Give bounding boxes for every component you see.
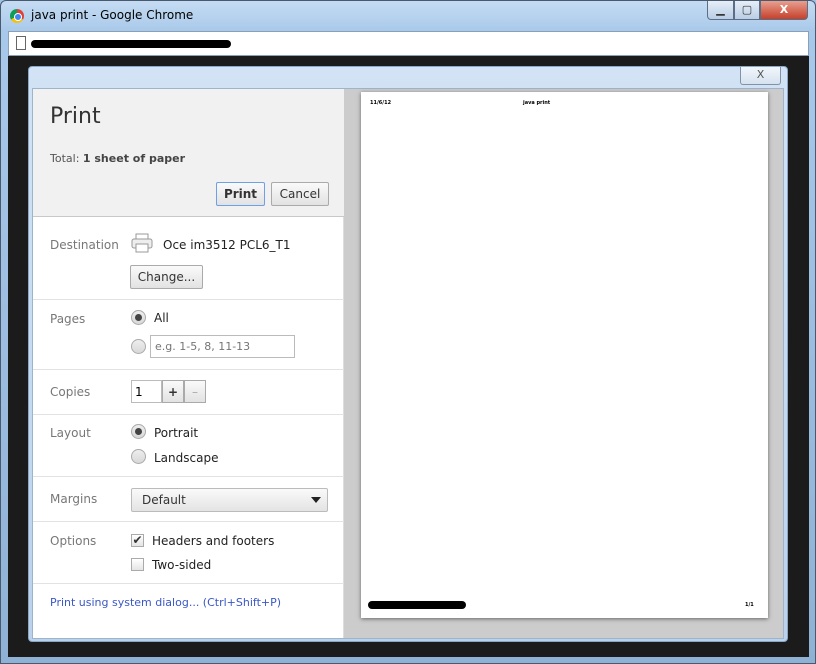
margins-label: Margins [50, 492, 98, 506]
layout-label: Layout [50, 426, 91, 440]
pages-all-label: All [154, 311, 169, 325]
print-dialog: X Print Total: 1 sheet of paper Print Ca… [28, 66, 788, 642]
dialog-close-button[interactable]: X [740, 67, 781, 85]
preview-footer-page: 1/1 [745, 602, 754, 608]
cancel-button[interactable]: Cancel [271, 182, 329, 206]
redacted-footer-url [368, 601, 466, 609]
page-icon [16, 36, 26, 50]
copies-decrement-button[interactable]: – [184, 380, 206, 403]
destination-label: Destination [50, 238, 119, 252]
headers-footers-checkbox[interactable]: ✔ [131, 534, 144, 547]
portrait-label: Portrait [154, 426, 199, 440]
copies-stepper: + – [131, 380, 206, 403]
total-label: Total: [50, 152, 80, 165]
landscape-radio[interactable] [131, 449, 146, 464]
landscape-label: Landscape [154, 451, 219, 465]
print-dialog-body: Print Total: 1 sheet of paper Print Canc… [32, 88, 784, 639]
copies-input[interactable] [131, 380, 162, 403]
pages-section: Pages All [33, 300, 344, 370]
minimize-button[interactable]: ▁ [707, 1, 734, 20]
margins-section: Margins Default [33, 477, 344, 522]
copies-label: Copies [50, 385, 91, 399]
layout-section: Layout Portrait Landscape [33, 415, 344, 477]
margins-value: Default [142, 493, 186, 507]
margins-select[interactable]: Default [131, 488, 328, 512]
chrome-logo-icon [10, 9, 24, 23]
settings-panel: Print Total: 1 sheet of paper Print Canc… [33, 89, 344, 638]
change-destination-button[interactable]: Change... [130, 265, 203, 289]
preview-header-date: 11/6/12 [370, 100, 392, 106]
dropdown-arrow-icon [311, 497, 321, 503]
pages-range-input[interactable] [150, 335, 295, 358]
close-window-button[interactable]: X [760, 1, 808, 20]
system-dialog-link[interactable]: Print using system dialog... (Ctrl+Shift… [50, 596, 281, 609]
two-sided-checkbox[interactable] [131, 558, 144, 571]
printer-icon [131, 233, 153, 253]
total-value: 1 sheet of paper [82, 152, 186, 165]
print-button[interactable]: Print [216, 182, 265, 206]
preview-header-title: java print [523, 100, 551, 106]
options-section: Options ✔ Headers and footers Two-sided [33, 522, 344, 584]
address-bar[interactable] [8, 31, 809, 56]
maximize-button[interactable]: ▢ [734, 1, 760, 20]
window-title: java print - Google Chrome [31, 8, 194, 22]
print-title: Print [50, 104, 101, 129]
redacted-url [31, 40, 231, 48]
pages-all-radio[interactable] [131, 310, 146, 325]
print-header: Print Total: 1 sheet of paper Print Canc… [33, 89, 344, 217]
print-preview-area: 11/6/12 java print 1/1 [344, 89, 783, 638]
portrait-radio[interactable] [131, 424, 146, 439]
destination-section: Destination Oce im3512 PCL6_T1 Change... [33, 217, 344, 300]
options-label: Options [50, 534, 97, 548]
copies-section: Copies + – [33, 370, 344, 415]
total-summary: Total: 1 sheet of paper [50, 152, 185, 165]
copies-increment-button[interactable]: + [162, 380, 184, 403]
headers-footers-label: Headers and footers [152, 534, 275, 548]
two-sided-label: Two-sided [152, 558, 212, 572]
printer-name: Oce im3512 PCL6_T1 [163, 238, 291, 252]
pages-label: Pages [50, 312, 86, 326]
preview-page: 11/6/12 java print 1/1 [361, 92, 768, 618]
pages-range-row [33, 335, 344, 359]
